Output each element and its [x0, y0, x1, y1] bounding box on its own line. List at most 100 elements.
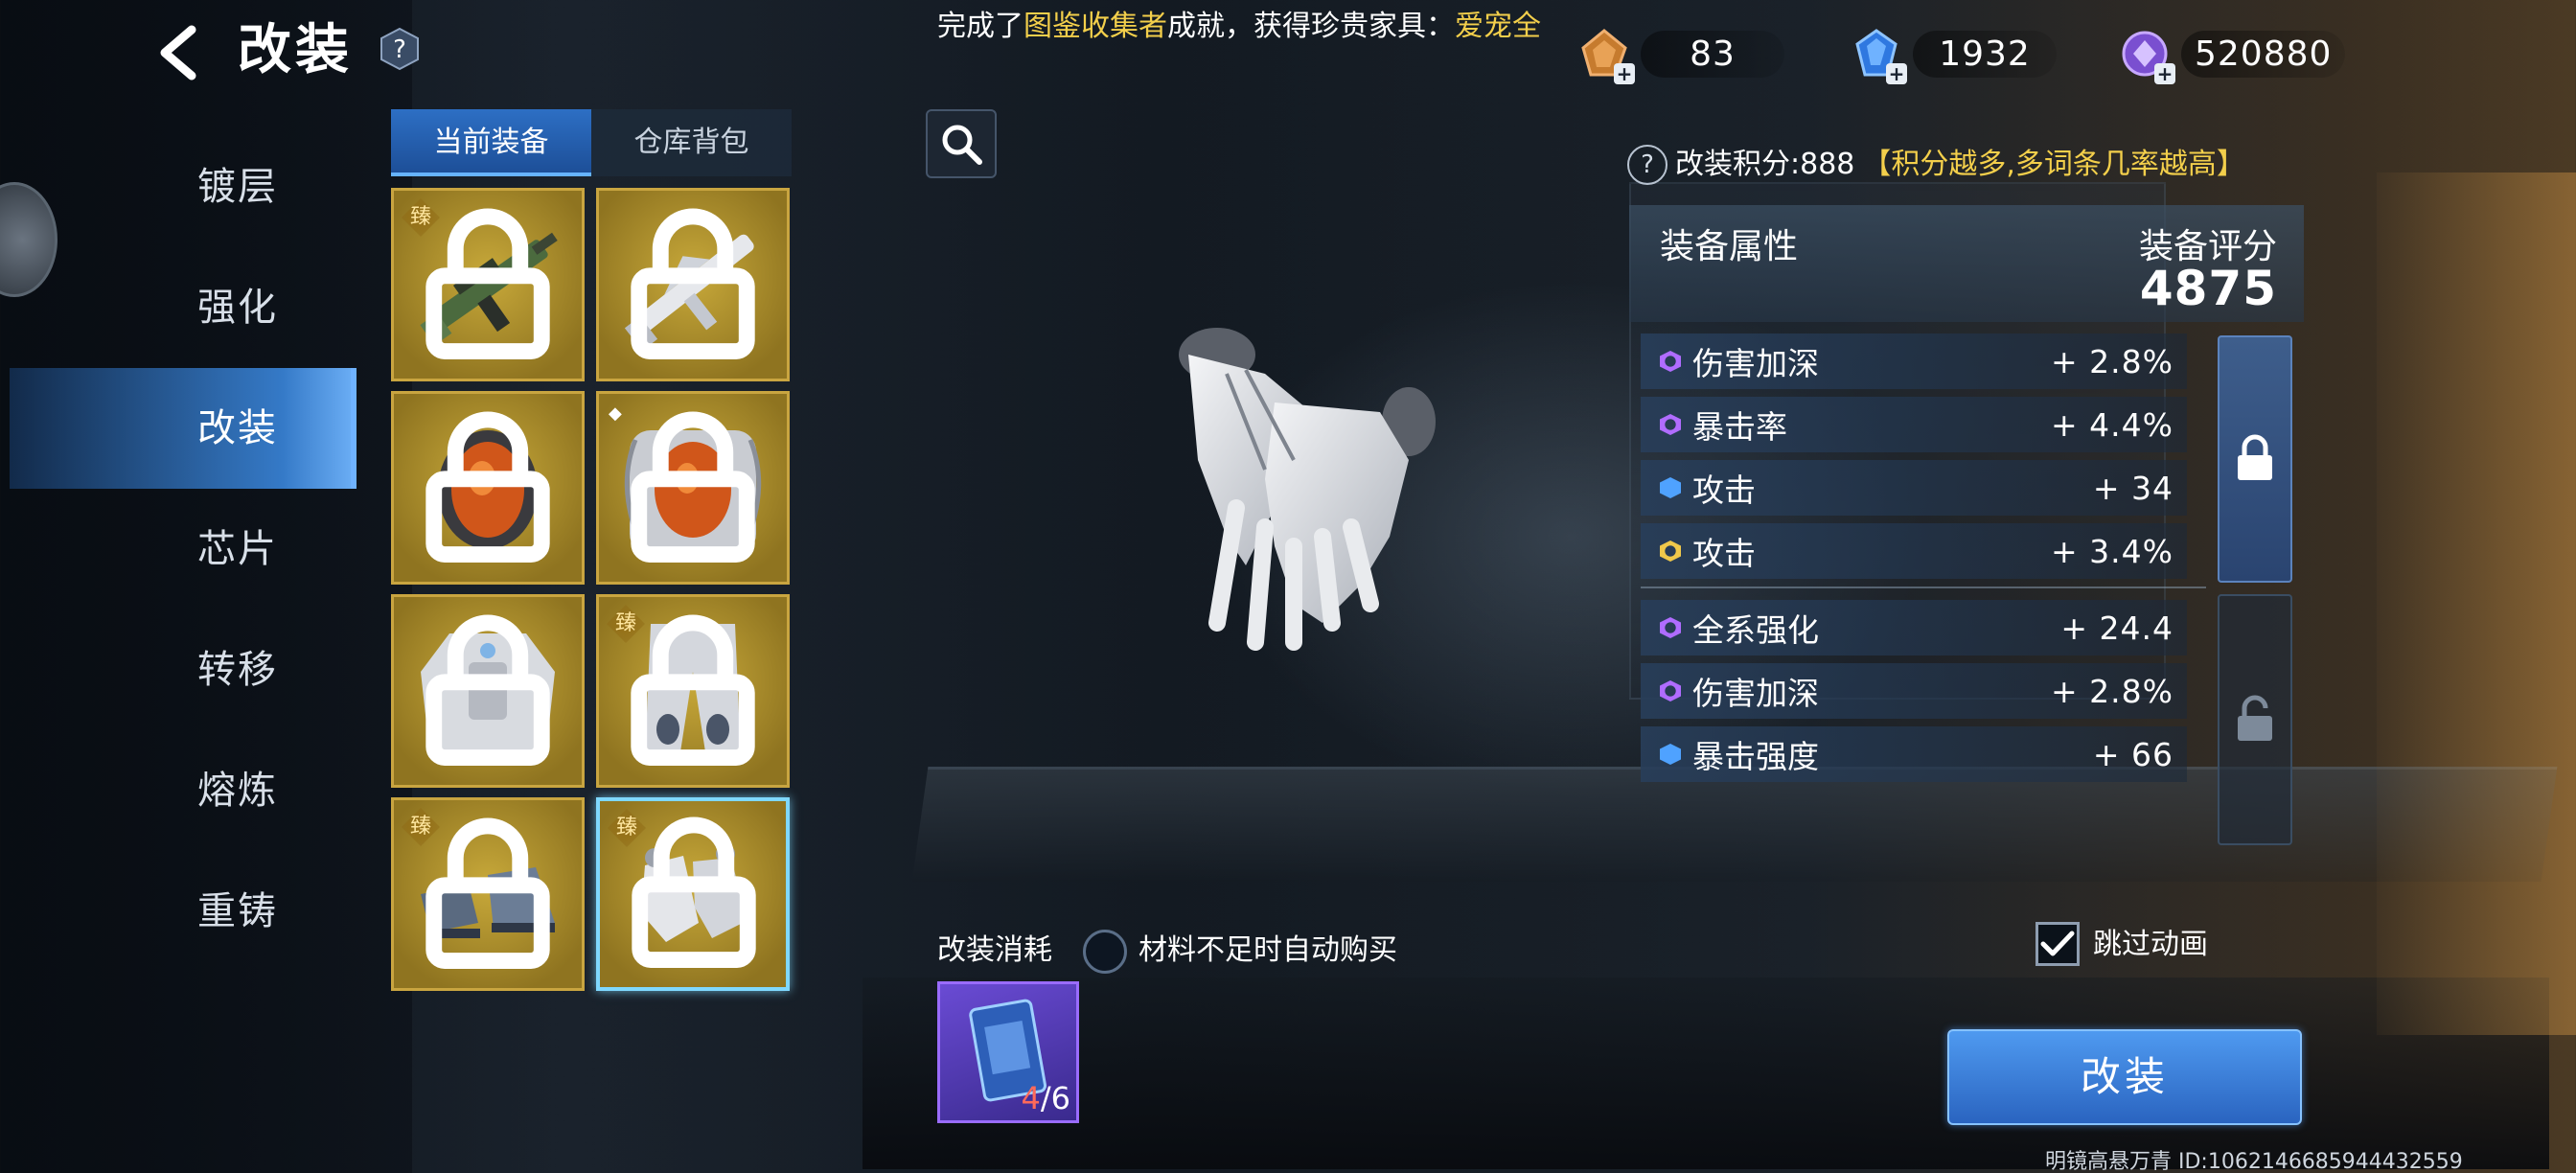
gold-hex-icon — [1660, 540, 1681, 562]
currency-blue-value: 1932 — [1913, 30, 2057, 78]
score-help-icon[interactable]: ? — [1627, 145, 1668, 185]
announcement-achievement: 图鉴收集者 — [1024, 10, 1167, 43]
attribute-row: 暴击强度 + 66 — [1641, 726, 2187, 782]
help-button[interactable]: ? — [378, 27, 422, 71]
locked-attribute-list: 伤害加深 + 2.8% 暴击率 + 4.4% 攻击 + 34 攻击 + 3.4% — [1641, 334, 2187, 586]
blue-hex-icon — [1660, 477, 1681, 498]
modify-score-line: ? 改装积分:888 【积分越多,多词条几率越高】 — [1627, 144, 2245, 186]
currency-purple-plus-icon[interactable]: + — [2154, 63, 2175, 84]
currency-purple-value: 520880 — [2181, 30, 2346, 78]
material-card[interactable]: 4/6 — [937, 981, 1079, 1123]
currency-blue-plus-icon[interactable]: + — [1886, 63, 1907, 84]
player-id: 明镜高悬万青 ID:1062146685944432559 — [2045, 1150, 2463, 1173]
attribute-name: 暴击率 — [1692, 408, 1787, 446]
announcement-middle: 成就，获得珍贵家具： — [1167, 10, 1455, 43]
attribute-value: + 24.4 — [2060, 609, 2174, 647]
sidebar-item-transfer[interactable]: 转移 — [10, 610, 356, 730]
question-icon: ? — [380, 27, 419, 71]
equipment-grid: 臻 ◆ 臻 臻 臻 — [391, 188, 792, 991]
attribute-name: 全系强化 — [1692, 611, 1819, 649]
material-have: 4 — [1021, 1080, 1041, 1116]
sidebar-nav: 镀层 强化 改装 芯片 转移 熔炼 重铸 — [10, 126, 356, 972]
lock-toggle-locked[interactable] — [2218, 335, 2292, 583]
currency-bronze-plus-icon[interactable]: + — [1614, 63, 1635, 84]
currency-bronze[interactable]: + 83 — [1577, 29, 1784, 84]
equipment-tabs: 当前装备 仓库背包 — [391, 109, 792, 176]
attribute-name: 伤害加深 — [1692, 675, 1819, 712]
purple-hex-icon — [1660, 414, 1681, 435]
purple-hex-icon — [1660, 680, 1681, 702]
modify-button[interactable]: 改装 — [1947, 1029, 2302, 1125]
lock-icon — [426, 208, 550, 359]
material-need: /6 — [1040, 1080, 1070, 1116]
equipment-slot-rifle[interactable]: 臻 — [391, 188, 585, 381]
announcement-reward: 爱宠全 — [1455, 10, 1541, 43]
sidebar-item-enhance[interactable]: 强化 — [10, 247, 356, 368]
tab-current-equipment[interactable]: 当前装备 — [391, 109, 591, 176]
auto-buy-label: 材料不足时自动购买 — [1138, 933, 1397, 967]
skip-animation-label: 跳过动画 — [2093, 928, 2208, 961]
attribute-header: 装备属性 装备评分 4875 — [1629, 205, 2304, 322]
chevron-left-icon — [160, 25, 196, 80]
lock-icon — [426, 614, 550, 766]
currency-bronze-value: 83 — [1641, 30, 1784, 78]
currency-purple[interactable]: + 520880 — [2118, 29, 2346, 84]
lock-icon — [631, 208, 755, 359]
equipment-slot-armor-pants[interactable]: 臻 — [596, 594, 790, 788]
equipment-slot-helmet[interactable] — [391, 391, 585, 585]
modify-score: 改装积分:888 — [1675, 148, 1855, 181]
rating-value: 4875 — [2139, 261, 2277, 316]
blue-hex-icon — [1660, 744, 1681, 765]
attribute-value: + 66 — [2092, 735, 2174, 773]
lock-icon — [631, 614, 755, 766]
attribute-title: 装备属性 — [1660, 227, 1799, 266]
selected-gloves-preview — [1179, 328, 1436, 651]
svg-text:?: ? — [393, 35, 406, 64]
tab-warehouse[interactable]: 仓库背包 — [591, 109, 792, 176]
attribute-row: 攻击 + 34 — [1641, 460, 2187, 516]
lock-open-icon — [2238, 695, 2272, 741]
equipment-slot-boots[interactable]: 臻 — [391, 797, 585, 991]
attribute-row: 全系强化 + 24.4 — [1641, 600, 2187, 656]
sidebar-item-smelt[interactable]: 熔炼 — [10, 730, 356, 851]
attribute-value: + 34 — [2092, 469, 2174, 507]
attribute-value: + 2.8% — [2051, 342, 2174, 380]
blue-crystal-icon: + — [1850, 27, 1907, 84]
search-icon — [942, 125, 982, 165]
lock-icon — [631, 411, 755, 563]
equipment-slot-armor-top[interactable] — [391, 594, 585, 788]
attribute-name: 伤害加深 — [1692, 345, 1819, 382]
lock-icon — [632, 816, 756, 968]
purple-hex-icon — [1660, 351, 1681, 372]
attribute-value: + 3.4% — [2051, 532, 2174, 570]
attribute-value: + 4.4% — [2051, 405, 2174, 444]
cost-label: 改装消耗 — [937, 933, 1052, 967]
search-button[interactable] — [926, 109, 997, 178]
attribute-name: 暴击强度 — [1692, 738, 1819, 775]
sidebar-item-recast[interactable]: 重铸 — [10, 851, 356, 972]
currency-blue[interactable]: + 1932 — [1850, 27, 2057, 84]
attribute-divider — [1641, 586, 2206, 588]
sidebar-item-chip[interactable]: 芯片 — [10, 489, 356, 610]
purple-hex-icon — [1660, 617, 1681, 638]
attribute-row: 攻击 + 3.4% — [1641, 523, 2187, 579]
sidebar-item-modify[interactable]: 改装 — [10, 368, 356, 489]
attribute-name: 攻击 — [1692, 535, 1756, 572]
attribute-row: 伤害加深 + 2.8% — [1641, 663, 2187, 719]
page-title: 改装 — [238, 19, 353, 81]
attribute-value: + 2.8% — [2051, 672, 2174, 710]
background-right-light — [2377, 172, 2576, 1035]
back-button[interactable] — [144, 19, 211, 86]
equipment-slot-white-rifle[interactable] — [596, 188, 790, 381]
lock-toggle-unlocked[interactable] — [2218, 594, 2292, 845]
modify-score-tip: 【积分越多,多词条几率越高】 — [1862, 148, 2245, 181]
equipment-slot-backpack-helmet[interactable]: ◆ — [596, 391, 790, 585]
attribute-row: 暴击率 + 4.4% — [1641, 397, 2187, 452]
attribute-name: 攻击 — [1692, 472, 1756, 509]
sidebar-item-plating[interactable]: 镀层 — [10, 126, 356, 247]
skip-animation-checkbox[interactable] — [2036, 922, 2080, 966]
equipment-slot-gloves[interactable]: 臻 — [596, 797, 790, 991]
attribute-row: 伤害加深 + 2.8% — [1641, 334, 2187, 389]
check-icon — [2040, 931, 2075, 956]
auto-buy-radio[interactable] — [1083, 930, 1127, 974]
